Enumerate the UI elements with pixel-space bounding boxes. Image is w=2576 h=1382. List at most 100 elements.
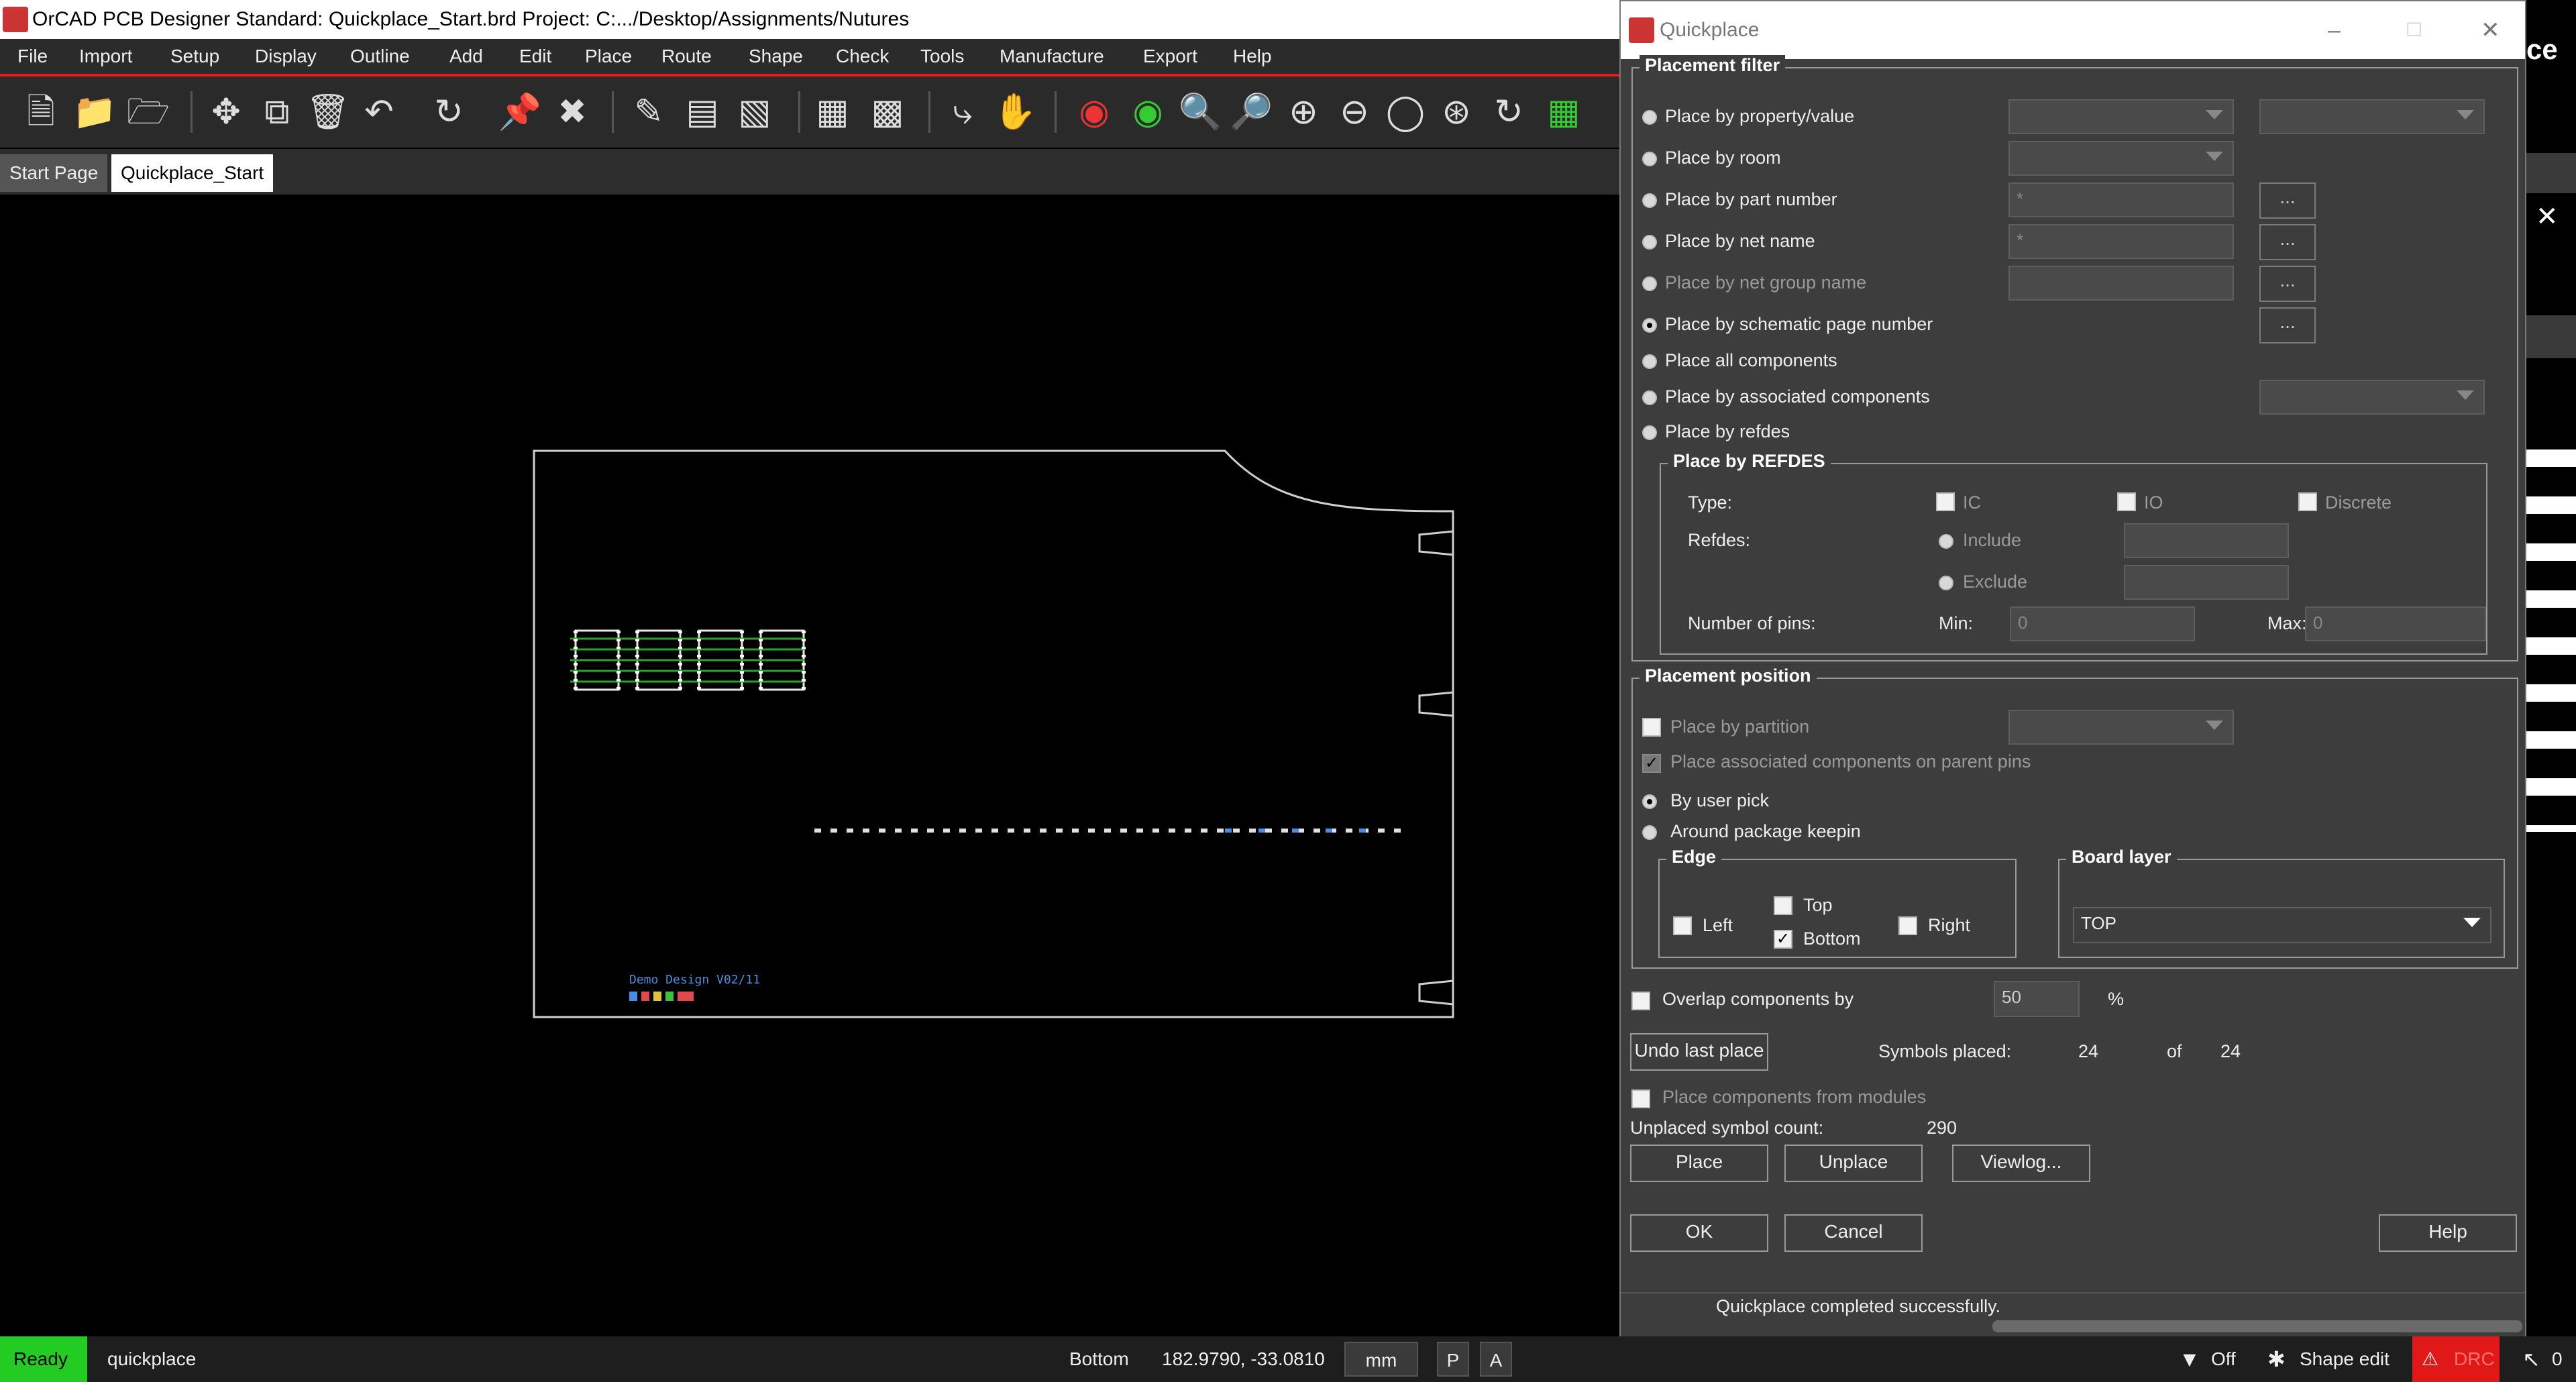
associated-select[interactable]: [2259, 380, 2485, 415]
zoom-in-icon[interactable]: ⊕: [1280, 89, 1327, 136]
radio-by-user-pick[interactable]: [1642, 794, 1657, 809]
radio-all-components[interactable]: [1642, 354, 1657, 369]
dialog-scrollbar[interactable]: [1992, 1320, 2522, 1332]
menu-manufacture[interactable]: Manufacture: [1000, 39, 1104, 74]
radio-associated[interactable]: [1642, 390, 1657, 405]
partition-select[interactable]: [2008, 710, 2234, 745]
copy-icon[interactable]: ⧉: [254, 89, 301, 136]
design-canvas[interactable]: Demo Design V02/11: [0, 196, 1623, 1336]
open-folder-icon[interactable]: 📁: [71, 89, 118, 136]
edge-bottom-checkbox[interactable]: ✓: [1774, 930, 1792, 949]
menu-file[interactable]: File: [17, 39, 48, 74]
menu-check[interactable]: Check: [836, 39, 889, 74]
tab-quickplace-start[interactable]: Quickplace_Start: [111, 154, 274, 192]
mode-status[interactable]: Shape edit: [2300, 1336, 2390, 1382]
from-modules-checkbox[interactable]: [1631, 1089, 1650, 1108]
filter-icon[interactable]: ▼: [2179, 1336, 2200, 1382]
edit-text-icon[interactable]: ▧: [731, 89, 778, 136]
route-connect-icon[interactable]: ⤷: [939, 89, 986, 136]
menu-setup[interactable]: Setup: [170, 39, 219, 74]
discrete-checkbox[interactable]: [2298, 492, 2317, 511]
part-number-browse-button[interactable]: ...: [2259, 182, 2316, 219]
menu-help[interactable]: Help: [1233, 39, 1272, 74]
overlap-checkbox[interactable]: [1631, 992, 1650, 1010]
net-name-browse-button[interactable]: ...: [2259, 224, 2316, 260]
radio-part-number[interactable]: [1642, 193, 1657, 208]
part-number-field[interactable]: *: [2008, 182, 2234, 217]
menu-edit[interactable]: Edit: [519, 39, 551, 74]
radio-refdes[interactable]: [1642, 425, 1657, 440]
menu-shape[interactable]: Shape: [749, 39, 803, 74]
cancel-button[interactable]: Cancel: [1784, 1214, 1923, 1252]
radio-schematic-page[interactable]: [1642, 318, 1657, 333]
pin-icon[interactable]: 📌: [496, 89, 543, 136]
zoom-fit-icon[interactable]: 🔍: [1177, 89, 1224, 136]
menu-export[interactable]: Export: [1143, 39, 1197, 74]
redo-icon[interactable]: ↻: [425, 89, 472, 136]
add-text-icon[interactable]: ▤: [679, 89, 726, 136]
net-name-field[interactable]: *: [2008, 224, 2234, 259]
zoom-window-icon[interactable]: 🔎: [1228, 89, 1275, 136]
radio-around-keepin[interactable]: [1642, 825, 1657, 840]
schematic-page-browse-button[interactable]: ...: [2259, 307, 2316, 343]
menu-place[interactable]: Place: [585, 39, 632, 74]
overlap-field[interactable]: 50: [1994, 981, 2080, 1017]
board-layer-select[interactable]: TOP: [2073, 907, 2491, 943]
minimize-icon[interactable]: –: [2328, 1, 2341, 59]
menu-display[interactable]: Display: [255, 39, 317, 74]
max-pins-field[interactable]: 0: [2305, 606, 2486, 641]
room-select[interactable]: [2008, 141, 2234, 176]
menu-tools[interactable]: Tools: [920, 39, 964, 74]
min-pins-field[interactable]: 0: [2010, 606, 2195, 641]
unpin-icon[interactable]: ✖: [549, 89, 596, 136]
menu-import[interactable]: Import: [79, 39, 132, 74]
value-select[interactable]: [2259, 99, 2485, 134]
ic-checkbox[interactable]: [1936, 492, 1955, 511]
a-button[interactable]: A: [1480, 1342, 1512, 1377]
edge-right-checkbox[interactable]: [1898, 916, 1917, 935]
net-group-browse-button[interactable]: ...: [2259, 266, 2316, 302]
assoc-parent-checkbox[interactable]: ✓: [1642, 754, 1661, 773]
radio-net-name[interactable]: [1642, 235, 1657, 250]
menu-route[interactable]: Route: [661, 39, 712, 74]
property-select[interactable]: [2008, 99, 2234, 134]
maximize-icon[interactable]: ☐: [2406, 1, 2422, 59]
undo-last-place-button[interactable]: Undo last place: [1630, 1033, 1768, 1071]
include-field[interactable]: [2124, 523, 2289, 558]
panel-checkbox-column[interactable]: [2526, 429, 2576, 832]
delete-icon[interactable]: 🗑: [305, 89, 352, 136]
add-line-icon[interactable]: ✎: [625, 89, 672, 136]
undo-icon[interactable]: ↶: [356, 89, 402, 136]
units-button[interactable]: mm: [1344, 1342, 1418, 1377]
filter-status[interactable]: Off: [2211, 1336, 2236, 1382]
redraw-icon[interactable]: ↻: [1485, 89, 1532, 136]
move-icon[interactable]: ✥: [203, 89, 250, 136]
tab-start-page[interactable]: Start Page: [0, 154, 108, 192]
unrats-all-icon[interactable]: ◉: [1071, 89, 1118, 136]
menu-outline[interactable]: Outline: [350, 39, 410, 74]
help-button[interactable]: Help: [2379, 1214, 2517, 1252]
slide-icon[interactable]: ✋: [991, 89, 1038, 136]
save-icon[interactable]: 🗁: [125, 89, 172, 136]
radio-property-value[interactable]: [1642, 110, 1657, 125]
net-group-field[interactable]: [2008, 266, 2234, 301]
zoom-previous-icon[interactable]: ◯: [1382, 89, 1429, 136]
edge-top-checkbox[interactable]: [1774, 896, 1792, 915]
3d-view-icon[interactable]: ▦: [1540, 89, 1587, 136]
p-button[interactable]: P: [1437, 1342, 1469, 1377]
exclude-field[interactable]: [2124, 565, 2289, 600]
viewlog-button[interactable]: Viewlog...: [1952, 1145, 2090, 1182]
place-button[interactable]: Place: [1630, 1145, 1768, 1182]
close-panel-icon[interactable]: ✕: [2536, 201, 2559, 232]
zoom-center-icon[interactable]: ⊛: [1433, 89, 1480, 136]
panel-dropdown[interactable]: [2526, 315, 2576, 358]
component-icon[interactable]: ▩: [864, 89, 911, 136]
zoom-out-icon[interactable]: ⊖: [1331, 89, 1378, 136]
close-icon[interactable]: ✕: [2481, 1, 2500, 59]
ok-button[interactable]: OK: [1630, 1214, 1768, 1252]
radio-exclude[interactable]: [1939, 576, 1953, 590]
place-manual-icon[interactable]: ▦: [809, 89, 856, 136]
edge-left-checkbox[interactable]: [1673, 916, 1692, 935]
io-checkbox[interactable]: [2117, 492, 2136, 511]
drc-indicator[interactable]: ⚠ DRC: [2412, 1336, 2500, 1382]
